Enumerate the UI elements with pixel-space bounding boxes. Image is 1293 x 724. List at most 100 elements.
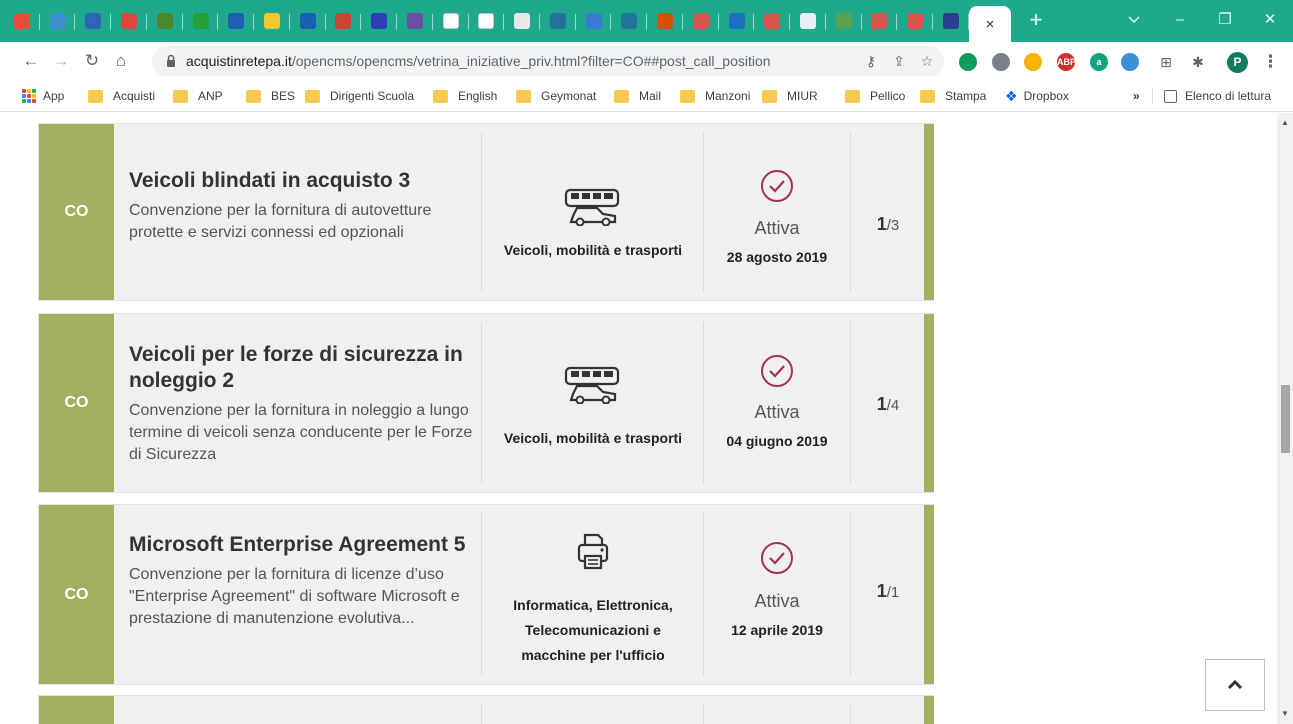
browser-menu-icon[interactable]: ⋮ xyxy=(1262,51,1279,73)
share-icon[interactable]: ⇪ xyxy=(888,51,910,71)
status-check-icon xyxy=(761,355,793,387)
pinned-tab[interactable] xyxy=(504,6,540,36)
pinned-tab[interactable] xyxy=(183,6,219,36)
bookmark-folder[interactable]: MIUR xyxy=(762,87,818,105)
pinned-tab[interactable] xyxy=(647,6,683,36)
reload-button[interactable]: ↻ xyxy=(81,50,103,72)
bookmark-folder[interactable]: Mail xyxy=(614,87,661,105)
pinned-tab[interactable] xyxy=(576,6,612,36)
status-icon-cell xyxy=(704,354,850,393)
bookmark-folder-label: Stampa xyxy=(945,89,987,103)
bookmark-folder[interactable]: BES xyxy=(246,87,295,105)
chevron-up-icon xyxy=(1227,680,1243,690)
bookmark-folder[interactable]: Manzoni xyxy=(680,87,750,105)
lock-icon[interactable] xyxy=(166,54,176,68)
pinned-tab[interactable] xyxy=(254,6,290,36)
extension-icon[interactable]: ABP xyxy=(1057,53,1076,71)
extension-icon[interactable] xyxy=(992,53,1010,71)
tab-favicon-icon xyxy=(442,13,459,29)
scroll-down-arrow[interactable]: ▼ xyxy=(1281,710,1289,718)
close-tab-icon[interactable]: × xyxy=(986,16,995,33)
category-cell xyxy=(482,364,704,409)
pinned-tab[interactable] xyxy=(147,6,183,36)
back-to-top-button[interactable] xyxy=(1205,659,1265,711)
extension-grid-icon[interactable]: ⊞ xyxy=(1155,52,1177,72)
bookmarks-overflow-button[interactable]: » xyxy=(1133,87,1140,105)
category-label: Veicoli, mobilità e trasporti xyxy=(503,242,683,258)
category-label-cell: Veicoli, mobilità e trasporti xyxy=(482,238,704,263)
extension-icon[interactable] xyxy=(959,53,977,71)
pinned-tab[interactable] xyxy=(719,6,755,36)
restore-button[interactable]: ❐ xyxy=(1205,8,1245,32)
pinned-tab[interactable] xyxy=(433,6,469,36)
minimize-button[interactable]: – xyxy=(1160,8,1200,32)
key-icon[interactable]: ⚷ xyxy=(860,51,882,71)
initiative-title[interactable]: Microsoft Enterprise Agreement 5 xyxy=(129,532,479,558)
category-label: Veicoli, mobilità e trasporti xyxy=(503,430,683,446)
page-scrollbar[interactable]: ▲ ▼ xyxy=(1277,113,1293,724)
back-button[interactable]: ← xyxy=(20,50,42,72)
initiative-description: Convenzione per la fornitura di autovett… xyxy=(129,202,432,241)
scroll-up-arrow[interactable]: ▲ xyxy=(1281,119,1289,127)
initiative-card[interactable]: CO Microsoft Enterprise Agreement 5 Conven… xyxy=(38,504,934,685)
pinned-tab[interactable] xyxy=(862,6,898,36)
pinned-tab[interactable] xyxy=(111,6,147,36)
status-icon-cell xyxy=(704,541,850,580)
pinned-tab[interactable] xyxy=(40,6,76,36)
pinned-tab[interactable] xyxy=(754,6,790,36)
pinned-tab[interactable] xyxy=(326,6,362,36)
bookmark-star-icon[interactable]: ☆ xyxy=(916,51,938,71)
address-bar[interactable]: acquistinretepa.it/opencms/opencms/vetri… xyxy=(152,46,944,76)
pinned-tab[interactable] xyxy=(218,6,254,36)
home-button[interactable]: ⌂ xyxy=(110,50,132,72)
pinned-tab[interactable] xyxy=(611,6,647,36)
dropbox-icon: ❖ xyxy=(1005,87,1018,104)
lot-current: 1 xyxy=(876,214,887,234)
pinned-tab[interactable] xyxy=(469,6,505,36)
bookmark-folder[interactable]: Acquisti xyxy=(88,87,155,105)
bookmark-folder-label: English xyxy=(458,89,498,103)
bookmark-folder[interactable]: English xyxy=(433,87,497,105)
column-divider xyxy=(481,704,482,724)
initiative-card[interactable] xyxy=(38,695,934,724)
column-divider xyxy=(850,704,851,724)
new-tab-button[interactable]: + xyxy=(1024,9,1048,33)
initiative-title[interactable]: Veicoli per le forze di sicurezza in nol… xyxy=(129,342,479,394)
pinned-tab[interactable] xyxy=(790,6,826,36)
extension-icon[interactable] xyxy=(1024,53,1042,71)
pinned-tab[interactable] xyxy=(540,6,576,36)
pinned-tab[interactable] xyxy=(826,6,862,36)
pinned-tab[interactable] xyxy=(290,6,326,36)
initiative-card[interactable]: CO Veicoli per le forze di sicurezza in n… xyxy=(38,313,934,493)
bookmark-apps[interactable]: App xyxy=(22,87,64,105)
initiative-title[interactable]: Veicoli blindati in acquisto 3 xyxy=(129,168,479,194)
bookmark-folder[interactable]: Pellico xyxy=(845,87,905,105)
pinned-tab[interactable] xyxy=(4,6,40,36)
tab-search-icon[interactable] xyxy=(1114,8,1154,32)
pinned-tab[interactable] xyxy=(75,6,111,36)
extension-icon[interactable]: a xyxy=(1090,53,1108,71)
pinned-tab[interactable] xyxy=(397,6,433,36)
pinned-tab[interactable] xyxy=(683,6,719,36)
profile-avatar[interactable]: P xyxy=(1227,52,1248,73)
card-accent-bar xyxy=(924,124,934,300)
forward-button[interactable]: → xyxy=(50,50,72,72)
url-text[interactable]: acquistinretepa.it/opencms/opencms/vetri… xyxy=(186,46,771,76)
bookmark-folder[interactable]: Dirigenti Scuola xyxy=(305,87,414,105)
pinned-tab[interactable] xyxy=(933,6,969,36)
initiative-card[interactable]: CO Veicoli blindati in acquisto 3 Convenzi… xyxy=(38,123,934,301)
extensions-puzzle-icon[interactable]: ✱ xyxy=(1187,52,1209,72)
tab-favicon-icon xyxy=(49,13,66,29)
bookmark-dropbox[interactable]: ❖ Dropbox xyxy=(1005,87,1069,105)
close-window-button[interactable]: ✕ xyxy=(1250,8,1290,32)
bookmark-folder[interactable]: Stampa xyxy=(920,87,986,105)
active-tab[interactable]: × xyxy=(969,6,1011,42)
pinned-tab[interactable] xyxy=(897,6,933,36)
scrollbar-thumb[interactable] xyxy=(1281,385,1290,453)
extension-icon[interactable] xyxy=(1121,53,1139,71)
bookmark-folder[interactable]: ANP xyxy=(173,87,223,105)
bookmark-folder[interactable]: Geymonat xyxy=(516,87,596,105)
pinned-tab[interactable] xyxy=(361,6,397,36)
reading-list-button[interactable]: Elenco di lettura xyxy=(1164,87,1271,105)
category-label-cell: Informatica, Elettronica, Telecomunicazi… xyxy=(482,593,704,668)
